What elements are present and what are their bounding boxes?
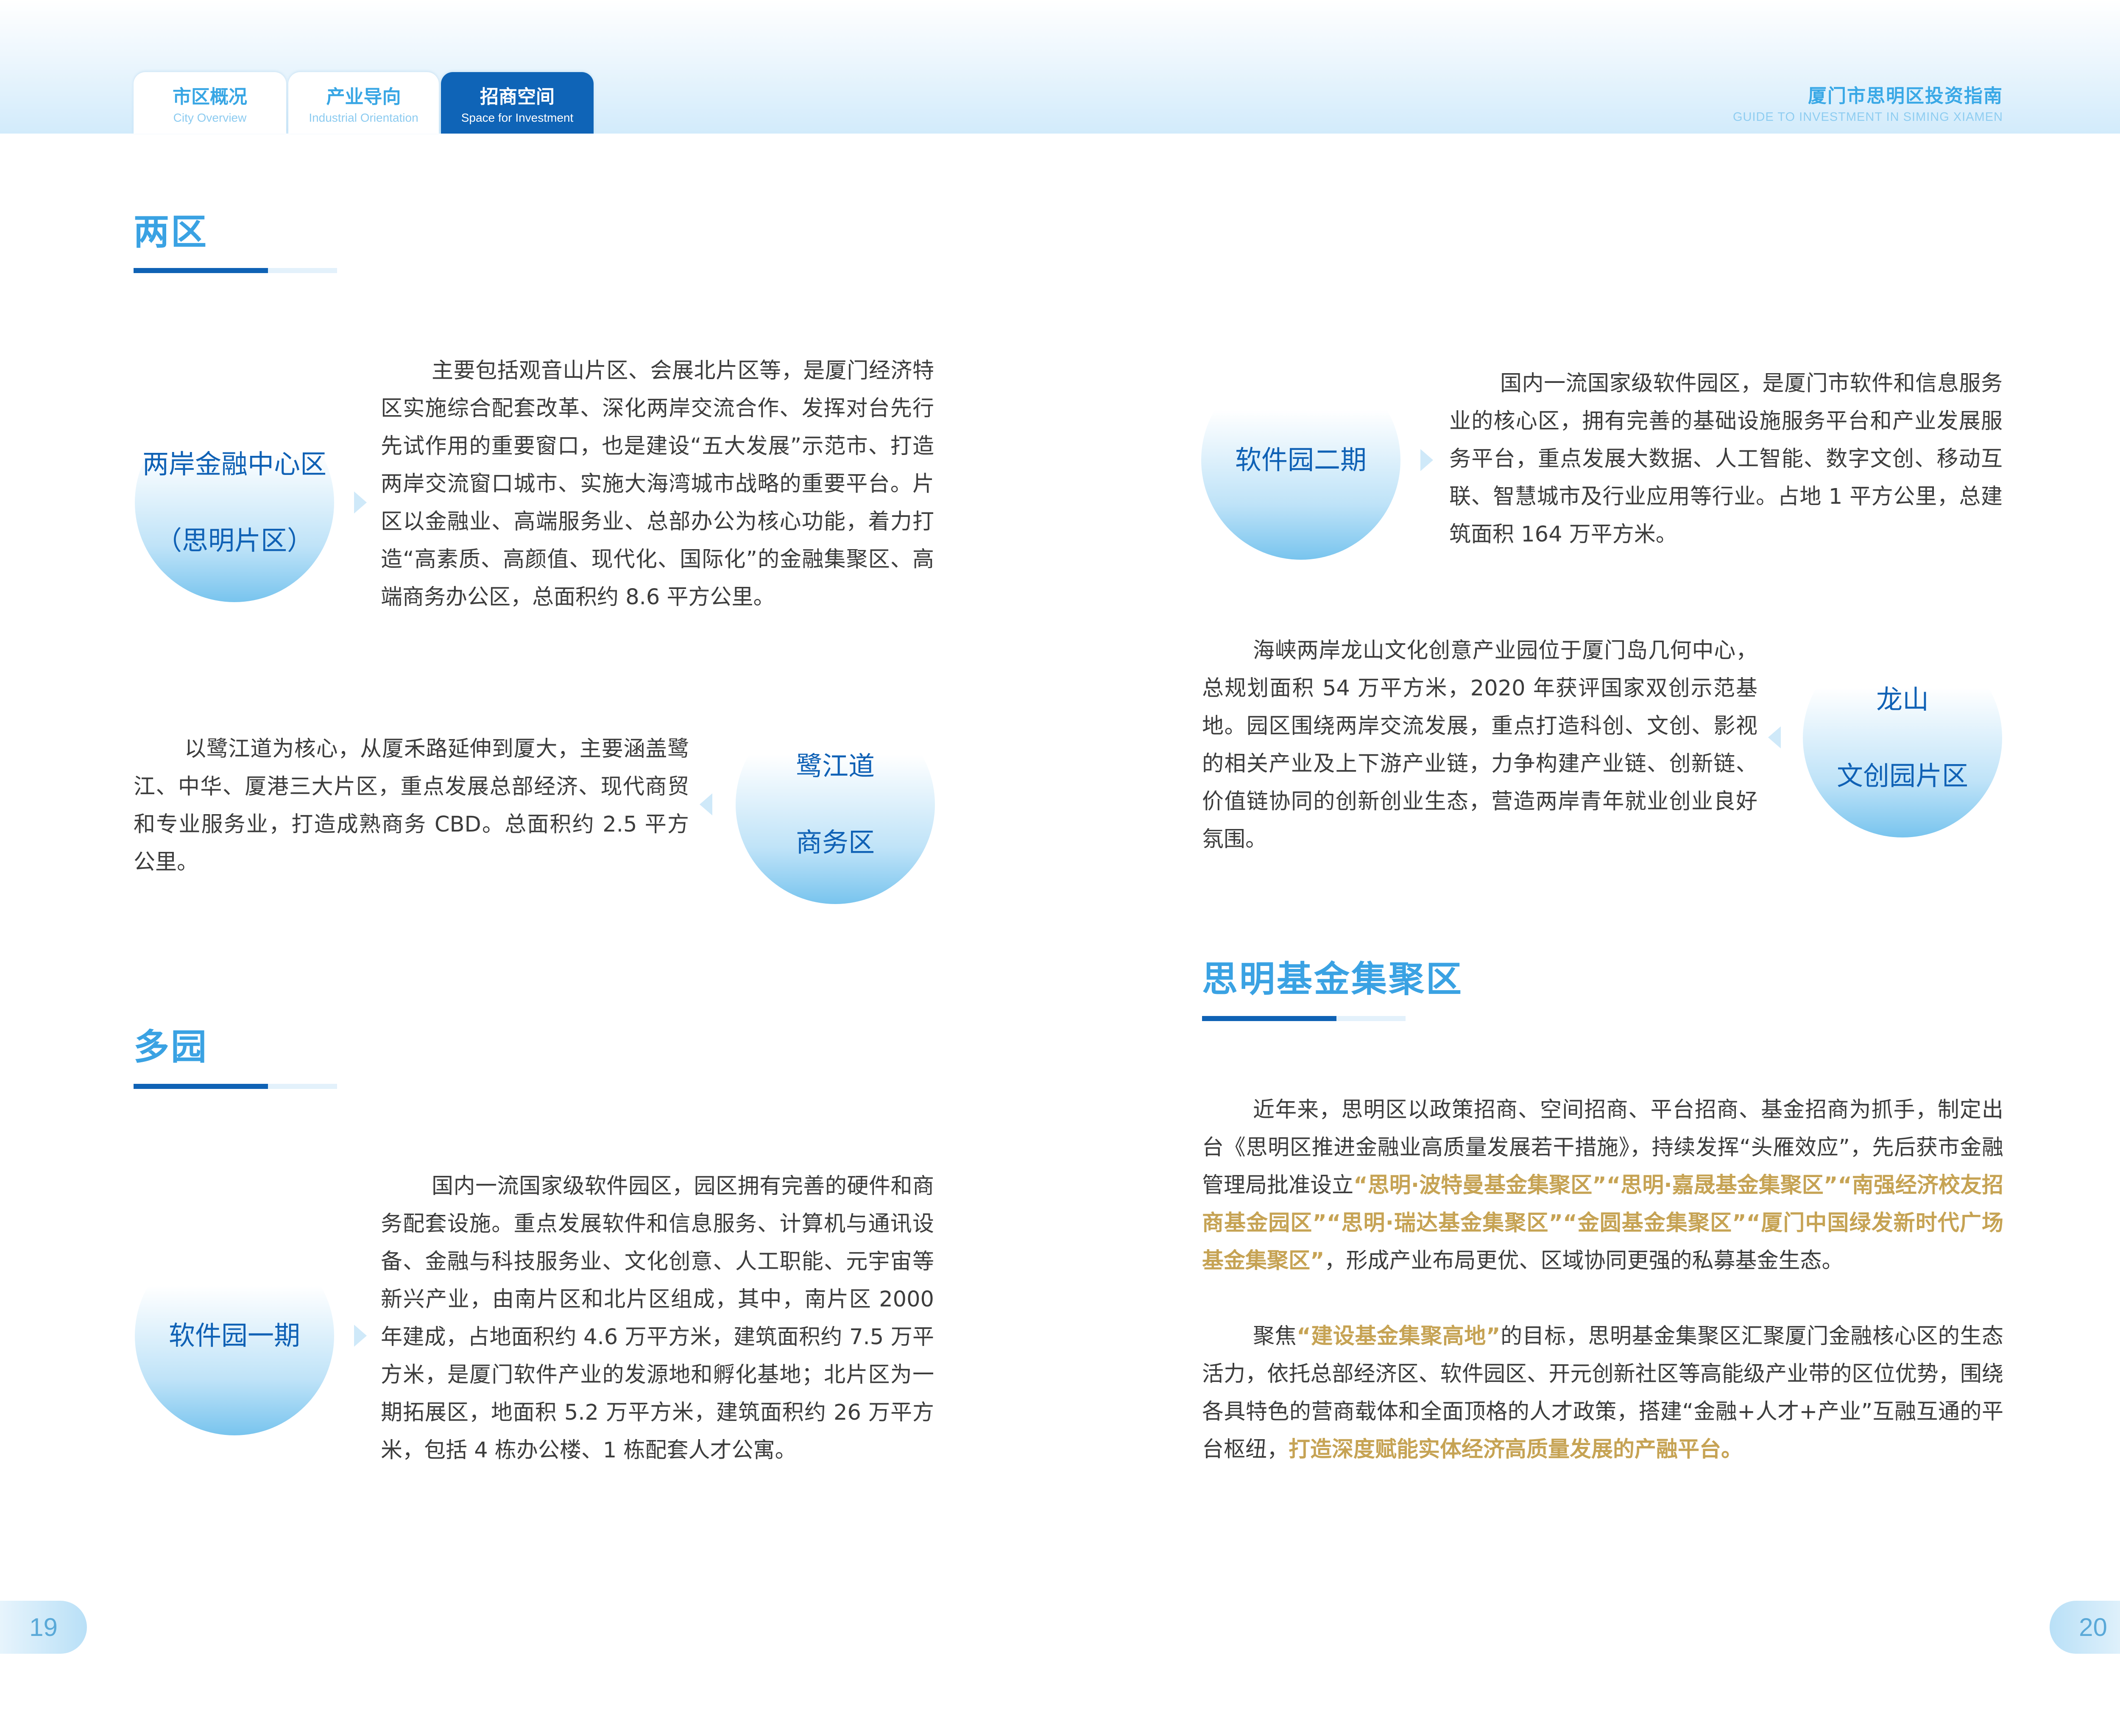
section-title-multi-parks: 多园	[134, 1026, 209, 1068]
page-number-right: 20	[2050, 1601, 2120, 1654]
section-underline	[134, 268, 337, 273]
guide-title: 厦门市思明区投资指南 GUIDE TO INVESTMENT IN SIMING…	[1733, 81, 2003, 124]
arrow-right-icon	[1420, 449, 1433, 471]
circle-label: 商务区	[795, 827, 875, 858]
tab-space-for-investment[interactable]: 招商空间 Space for Investment	[441, 72, 594, 134]
arrow-left-icon	[700, 793, 712, 815]
paragraph-lujiang: 以鹭江道为核心，从厦禾路延伸到厦大，主要涵盖鹭江、中华、厦港三大片区，重点发展总…	[134, 737, 689, 875]
highlight-text: “建设基金集聚高地”	[1297, 1324, 1501, 1349]
circle-label: 软件园一期	[168, 1320, 300, 1351]
text-run: ，形成产业布局更优、区域协同更强的私募基金生态。	[1324, 1248, 1844, 1273]
circle-software-park-1: 软件园一期	[135, 1236, 334, 1435]
paragraph-software-park-2: 国内一流国家级软件园区，是厦门市软件和信息服务业的核心区，拥有完善的基础设施服务…	[1449, 371, 2003, 547]
circle-lujiang-business: 鹭江道 商务区	[736, 705, 935, 904]
circle-label: 文创园片区	[1836, 760, 1968, 791]
tab-label: 产业导向	[326, 86, 401, 108]
circle-financial-center: 两岸金融中心区 （思明片区）	[135, 403, 334, 602]
circle-label: 两岸金融中心区	[142, 449, 326, 480]
tab-label: 招商空间	[480, 86, 555, 108]
section-title-fund-cluster: 思明基金集聚区	[1202, 958, 1464, 1000]
tab-label: 市区概况	[173, 86, 247, 108]
tab-sublabel: Space for Investment	[461, 111, 574, 124]
page-number-left: 19	[0, 1601, 87, 1654]
arrow-left-icon	[1768, 726, 1781, 748]
circle-label: （思明片区）	[155, 525, 313, 556]
section-title-two-zones: 两区	[134, 211, 209, 253]
section-underline	[1202, 1016, 1406, 1021]
tab-sublabel: City Overview	[173, 111, 247, 124]
paragraph-longshan: 海峡两岸龙山文化创意产业园位于厦门岛几何中心，总规划面积 54 万平方米，202…	[1202, 638, 1757, 852]
tab-sublabel: Industrial Orientation	[309, 111, 418, 124]
circle-label: 鹭江道	[795, 751, 875, 781]
circle-longshan-park: 龙山 文创园片区	[1803, 638, 2002, 837]
tab-industrial-orientation[interactable]: 产业导向 Industrial Orientation	[288, 72, 439, 134]
guide-title-cn: 厦门市思明区投资指南	[1808, 85, 2003, 107]
circle-label: 龙山	[1876, 684, 1929, 715]
paragraph-financial-center: 主要包括观音山片区、会展北片区等，是厦门经济特区实施综合配套改革、深化两岸交流合…	[381, 358, 934, 610]
arrow-right-icon	[354, 1325, 367, 1347]
text-run: 聚焦	[1253, 1324, 1297, 1349]
paragraph-fund-cluster-2: 聚焦“建设基金集聚高地”的目标，思明基金集聚区汇聚厦门金融核心区的生态活力，依托…	[1202, 1317, 2003, 1468]
section-underline	[134, 1084, 337, 1089]
circle-label: 软件园二期	[1235, 444, 1367, 475]
circle-software-park-2: 软件园二期	[1201, 360, 1400, 560]
arrow-right-icon	[354, 491, 367, 514]
guide-title-en: GUIDE TO INVESTMENT IN SIMING XIAMEN	[1732, 110, 2003, 124]
paragraph-software-park-1: 国内一流国家级软件园区，园区拥有完善的硬件和商务配套设施。重点发展软件和信息服务…	[381, 1174, 934, 1463]
highlight-text: 打造深度赋能实体经济高质量发展的产融平台。	[1289, 1437, 1743, 1462]
paragraph-fund-cluster-1: 近年来，思明区以政策招商、空间招商、平台招商、基金招商为抓手，制定出台《思明区推…	[1202, 1091, 2003, 1280]
tab-city-overview[interactable]: 市区概况 City Overview	[134, 72, 286, 134]
